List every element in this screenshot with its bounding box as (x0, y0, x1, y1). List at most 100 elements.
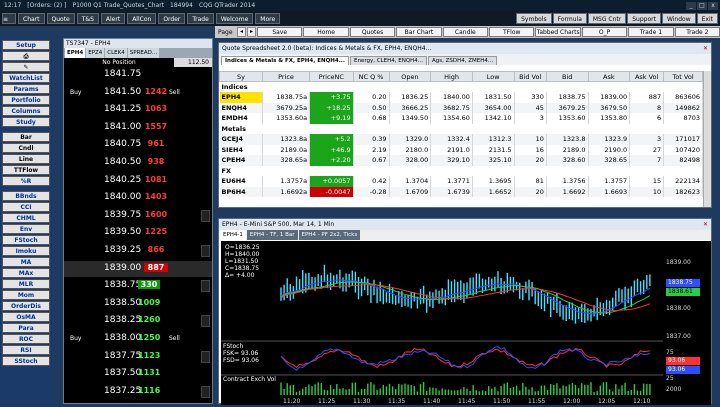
dom-price[interactable]: 1838.75 (104, 280, 141, 290)
table-cell[interactable]: 1353.60 (546, 113, 589, 124)
table-cell[interactable]: CPEH4 (219, 155, 263, 166)
table-cell[interactable]: 1839.00 (588, 92, 631, 103)
sidebar-imoku[interactable]: Imoku (2, 246, 50, 256)
ask-size[interactable]: 1600 (144, 210, 168, 219)
sidebar-bar[interactable]: Bar (2, 132, 50, 142)
dom-row[interactable]: 1839.25 866 (64, 243, 212, 259)
table-cell[interactable]: 7 (629, 155, 665, 166)
column-header[interactable]: Sy (219, 71, 263, 82)
table-cell[interactable]: 1838.75 (546, 92, 589, 103)
ask-size[interactable]: 1063 (144, 104, 168, 113)
dom-price[interactable]: 1840.75 (104, 139, 141, 149)
table-cell[interactable]: 1.6652 (472, 186, 515, 197)
table-cell[interactable]: 2189.0a (262, 144, 311, 155)
table-cell[interactable]: 0.50 (353, 102, 390, 113)
table-cell[interactable]: 1.6692a (262, 186, 311, 197)
dom-price[interactable]: 1839.00 (104, 263, 141, 273)
sell-column-label[interactable]: Sell (169, 335, 180, 342)
table-cell[interactable]: 222134 (663, 176, 703, 187)
table-cell[interactable]: 1.6692 (546, 186, 589, 197)
order-marker[interactable] (201, 350, 210, 363)
chart-tab-pf[interactable]: EPH4 - PF 2x2, Ticks (298, 230, 361, 240)
sidebar-params[interactable]: Params (2, 84, 50, 94)
table-cell[interactable]: +0.0057 (309, 176, 354, 187)
sidebar-chml[interactable]: CHML (2, 213, 50, 223)
dom-row[interactable]: 1838.25 1260 (64, 313, 212, 329)
table-cell[interactable]: EU6H4 (219, 176, 263, 187)
table-cell[interactable]: 0.39 (353, 134, 390, 145)
ask-size[interactable]: 1557 (144, 122, 168, 131)
close-icon[interactable]: ✕ (703, 45, 711, 52)
order-marker[interactable] (201, 245, 210, 257)
app-menu-icon[interactable]: ≡ (2, 13, 16, 24)
table-cell[interactable]: 3682.75 (430, 102, 473, 113)
ask-size[interactable]: 961 (144, 139, 168, 148)
table-cell[interactable]: 0.42 (353, 176, 390, 187)
table-cell[interactable]: 45 (514, 102, 547, 113)
table-cell[interactable]: 2.19 (353, 144, 390, 155)
dom-row[interactable]: Buy Sell 1838.00 1250 (64, 331, 212, 347)
dom-price[interactable]: 1840.00 (104, 192, 141, 202)
column-header[interactable]: Ask Vol (629, 71, 665, 82)
table-cell[interactable]: +46.9 (309, 144, 354, 155)
ask-size[interactable]: 887 (144, 262, 168, 272)
table-cell[interactable]: 1323.8a (262, 134, 311, 145)
tab-quotes[interactable]: Quotes (349, 27, 396, 37)
table-cell[interactable]: 328.65 (588, 155, 631, 166)
minimize-icon[interactable]: _ (686, 1, 696, 10)
table-cell[interactable]: 2191.0 (430, 144, 473, 155)
table-cell[interactable]: 3 (514, 113, 547, 124)
dom-row[interactable]: 1840.50 938 (64, 155, 212, 171)
dom-tab-spread[interactable]: SPREAD... (127, 48, 160, 58)
buy-column-label[interactable]: Buy (70, 335, 81, 342)
tab-save[interactable]: Save (257, 27, 303, 37)
chart-plot-area[interactable]: O=1836.25 H=1840.00 L=1831.50 C=1838.75 … (221, 241, 663, 405)
sidebar-cndl[interactable]: Cndl (2, 143, 50, 153)
dom-price[interactable]: 1841.50 (104, 87, 141, 97)
dom-row[interactable]: 1837.25 1116 (64, 384, 212, 400)
table-cell[interactable]: 1831.50 (472, 92, 515, 103)
tab-trade-1[interactable]: Trade 1 (628, 27, 674, 37)
sidebar-sstoch[interactable]: SStoch (2, 356, 50, 366)
dom-price[interactable]: 1841.25 (104, 104, 141, 114)
menu-welcome[interactable]: Welcome (215, 13, 254, 24)
sidebar-pct-r[interactable]: %R (2, 176, 50, 186)
msg-center-button[interactable]: MSG Cntr (587, 13, 627, 24)
menu-chart[interactable]: Chart (18, 13, 45, 24)
table-cell[interactable]: 20 (514, 155, 547, 166)
dom-tab-epz4[interactable]: EPZ4 (86, 48, 105, 58)
table-cell[interactable]: 1342.10 (472, 113, 515, 124)
table-cell[interactable]: -0.0047 (309, 186, 354, 197)
dom-row[interactable]: 1840.25 1081 (64, 173, 212, 189)
table-cell[interactable]: 3679.25 (546, 102, 589, 113)
dom-row[interactable]: 1839.50 1225 (64, 225, 212, 241)
table-cell[interactable]: +18.25 (309, 102, 354, 113)
table-cell[interactable]: 3679.25a (262, 102, 311, 113)
table-cell[interactable]: 328.60 (546, 155, 589, 166)
dom-price[interactable]: 1837.50 (104, 368, 141, 378)
dom-price[interactable]: 1841.00 (104, 122, 141, 132)
order-marker[interactable] (201, 280, 210, 293)
table-cell[interactable]: 171017 (663, 134, 703, 145)
column-header[interactable]: Bid Vol (513, 71, 547, 82)
bid-size[interactable]: 1116 (138, 386, 160, 395)
column-header[interactable]: Bid (545, 71, 589, 82)
table-cell[interactable]: 1.3757a (262, 176, 311, 187)
sidebar-max[interactable]: MAx (2, 268, 50, 278)
chart-tab-1[interactable]: EPH4-1 (220, 230, 246, 240)
table-cell[interactable]: EPH4 (219, 92, 263, 103)
table-cell[interactable]: 1353.60a (262, 113, 311, 124)
table-cell[interactable]: 863606 (663, 92, 703, 103)
sidebar-setup[interactable]: Setup (2, 40, 50, 50)
table-cell[interactable]: 3 (629, 134, 665, 145)
menu-trade[interactable]: Trade (187, 13, 214, 24)
ask-size[interactable]: 938 (144, 157, 168, 166)
symbols-button[interactable]: Symbols (516, 13, 552, 24)
table-cell[interactable]: 1.6693 (588, 186, 631, 197)
table-cell[interactable]: 182623 (663, 186, 703, 197)
table-cell[interactable]: 20 (514, 186, 547, 197)
table-cell[interactable]: 1312.3 (472, 134, 515, 145)
sidebar-watchlist[interactable]: WatchList (2, 73, 50, 83)
table-cell[interactable]: BP6H4 (219, 186, 263, 197)
table-cell[interactable]: 3654.00 (472, 102, 515, 113)
